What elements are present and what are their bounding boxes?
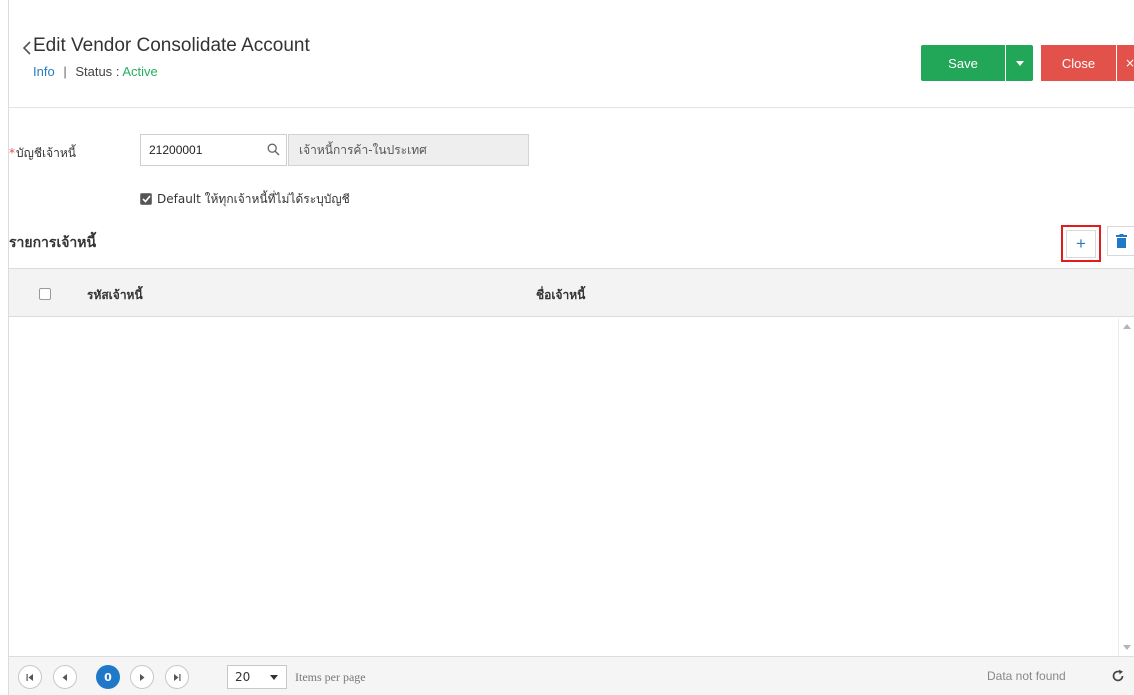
save-button[interactable]: Save bbox=[921, 45, 1005, 81]
close-x-button[interactable]: × bbox=[1117, 45, 1134, 81]
delete-button[interactable] bbox=[1107, 226, 1134, 256]
first-page-icon bbox=[26, 673, 33, 681]
first-page-button[interactable] bbox=[18, 665, 42, 689]
scroll-up-icon[interactable] bbox=[1123, 324, 1131, 329]
grid-pager: 0 20 Items per page Data not found bbox=[9, 656, 1134, 695]
page-size-select[interactable]: 20 bbox=[227, 665, 287, 689]
vendor-grid: รหัสเจ้าหนี้ ชื่อเจ้าหนี้ 0 20 Items per… bbox=[9, 268, 1134, 695]
page-size-value: 20 bbox=[235, 670, 251, 684]
trash-icon bbox=[1115, 234, 1127, 248]
refresh-icon[interactable] bbox=[1111, 669, 1125, 683]
check-icon bbox=[141, 195, 151, 203]
add-icon: + bbox=[1066, 229, 1096, 258]
scroll-down-icon[interactable] bbox=[1123, 645, 1131, 650]
next-page-icon bbox=[140, 673, 145, 681]
account-name-field: เจ้าหนี้การค้า-ในประเทศ bbox=[288, 134, 529, 166]
account-code-input[interactable]: 21200001 bbox=[140, 134, 287, 166]
grid-header: รหัสเจ้าหนี้ ชื่อเจ้าหนี้ bbox=[9, 269, 1134, 317]
column-header-vendor-code[interactable]: รหัสเจ้าหนี้ bbox=[87, 286, 143, 305]
account-label: บัญชีเจ้าหนี้ bbox=[16, 146, 76, 160]
search-icon[interactable] bbox=[267, 143, 280, 156]
status-value: Active bbox=[122, 64, 158, 79]
caret-down-icon bbox=[270, 675, 278, 680]
page-title: Edit Vendor Consolidate Account bbox=[33, 35, 310, 56]
column-header-vendor-name[interactable]: ชื่อเจ้าหนี้ bbox=[536, 286, 585, 305]
section-title: รายการเจ้าหนี้ bbox=[9, 235, 97, 251]
grid-scrollbar[interactable] bbox=[1118, 318, 1134, 656]
last-page-button[interactable] bbox=[165, 665, 189, 689]
separator: | bbox=[63, 64, 67, 79]
items-per-page-label: Items per page bbox=[295, 670, 366, 684]
save-dropdown-button[interactable] bbox=[1006, 45, 1033, 81]
default-checkbox[interactable] bbox=[140, 193, 152, 205]
select-all-checkbox[interactable] bbox=[39, 288, 51, 300]
pager-status: Data not found bbox=[987, 669, 1066, 683]
grid-body bbox=[9, 318, 1118, 656]
prev-page-button[interactable] bbox=[53, 665, 77, 689]
prev-page-icon bbox=[62, 673, 67, 681]
page-header: Edit Vendor Consolidate Account Info | S… bbox=[9, 0, 1134, 108]
chevron-left-icon[interactable] bbox=[20, 39, 34, 57]
current-page[interactable]: 0 bbox=[96, 665, 120, 689]
info-link[interactable]: Info bbox=[33, 64, 55, 79]
default-checkbox-label: Default ให้ทุกเจ้าหนี้ที่ไม่ได้ระบุบัญชี bbox=[157, 192, 350, 206]
close-button[interactable]: Close bbox=[1041, 45, 1116, 81]
next-page-button[interactable] bbox=[130, 665, 154, 689]
status-label: Status bbox=[75, 64, 113, 79]
required-mark: * bbox=[9, 146, 15, 160]
add-button[interactable]: + bbox=[1061, 225, 1101, 262]
last-page-icon bbox=[174, 673, 181, 681]
caret-down-icon bbox=[1015, 60, 1024, 66]
header-subline: Info | Status : Active bbox=[33, 64, 158, 79]
status-colon: : bbox=[115, 64, 120, 79]
